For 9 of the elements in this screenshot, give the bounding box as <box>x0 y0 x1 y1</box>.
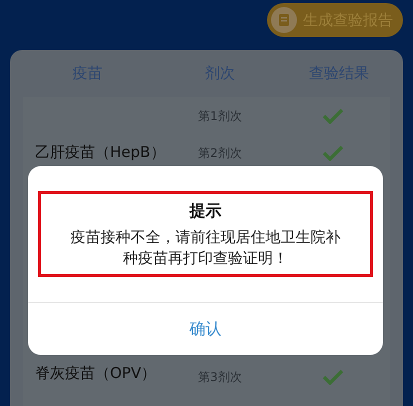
dose-cell-text: 第2剂次 <box>197 144 243 162</box>
vaccine-name: 乙肝疫苗（HepB） <box>34 142 166 164</box>
dose-cell-text: 第3剂次 <box>197 368 243 386</box>
vaccine-name: 脊灰疫苗（OPV） <box>34 362 158 384</box>
dose-cell-text: 第1剂次 <box>197 108 243 124</box>
confirm-button[interactable]: 确认 <box>28 303 383 355</box>
document-icon <box>271 7 297 33</box>
dialog-title: 提示 <box>190 200 222 222</box>
dialog-message: 疫苗接种不全，请前往现居住地卫生院补种疫苗再打印查验证明！ <box>70 227 342 269</box>
